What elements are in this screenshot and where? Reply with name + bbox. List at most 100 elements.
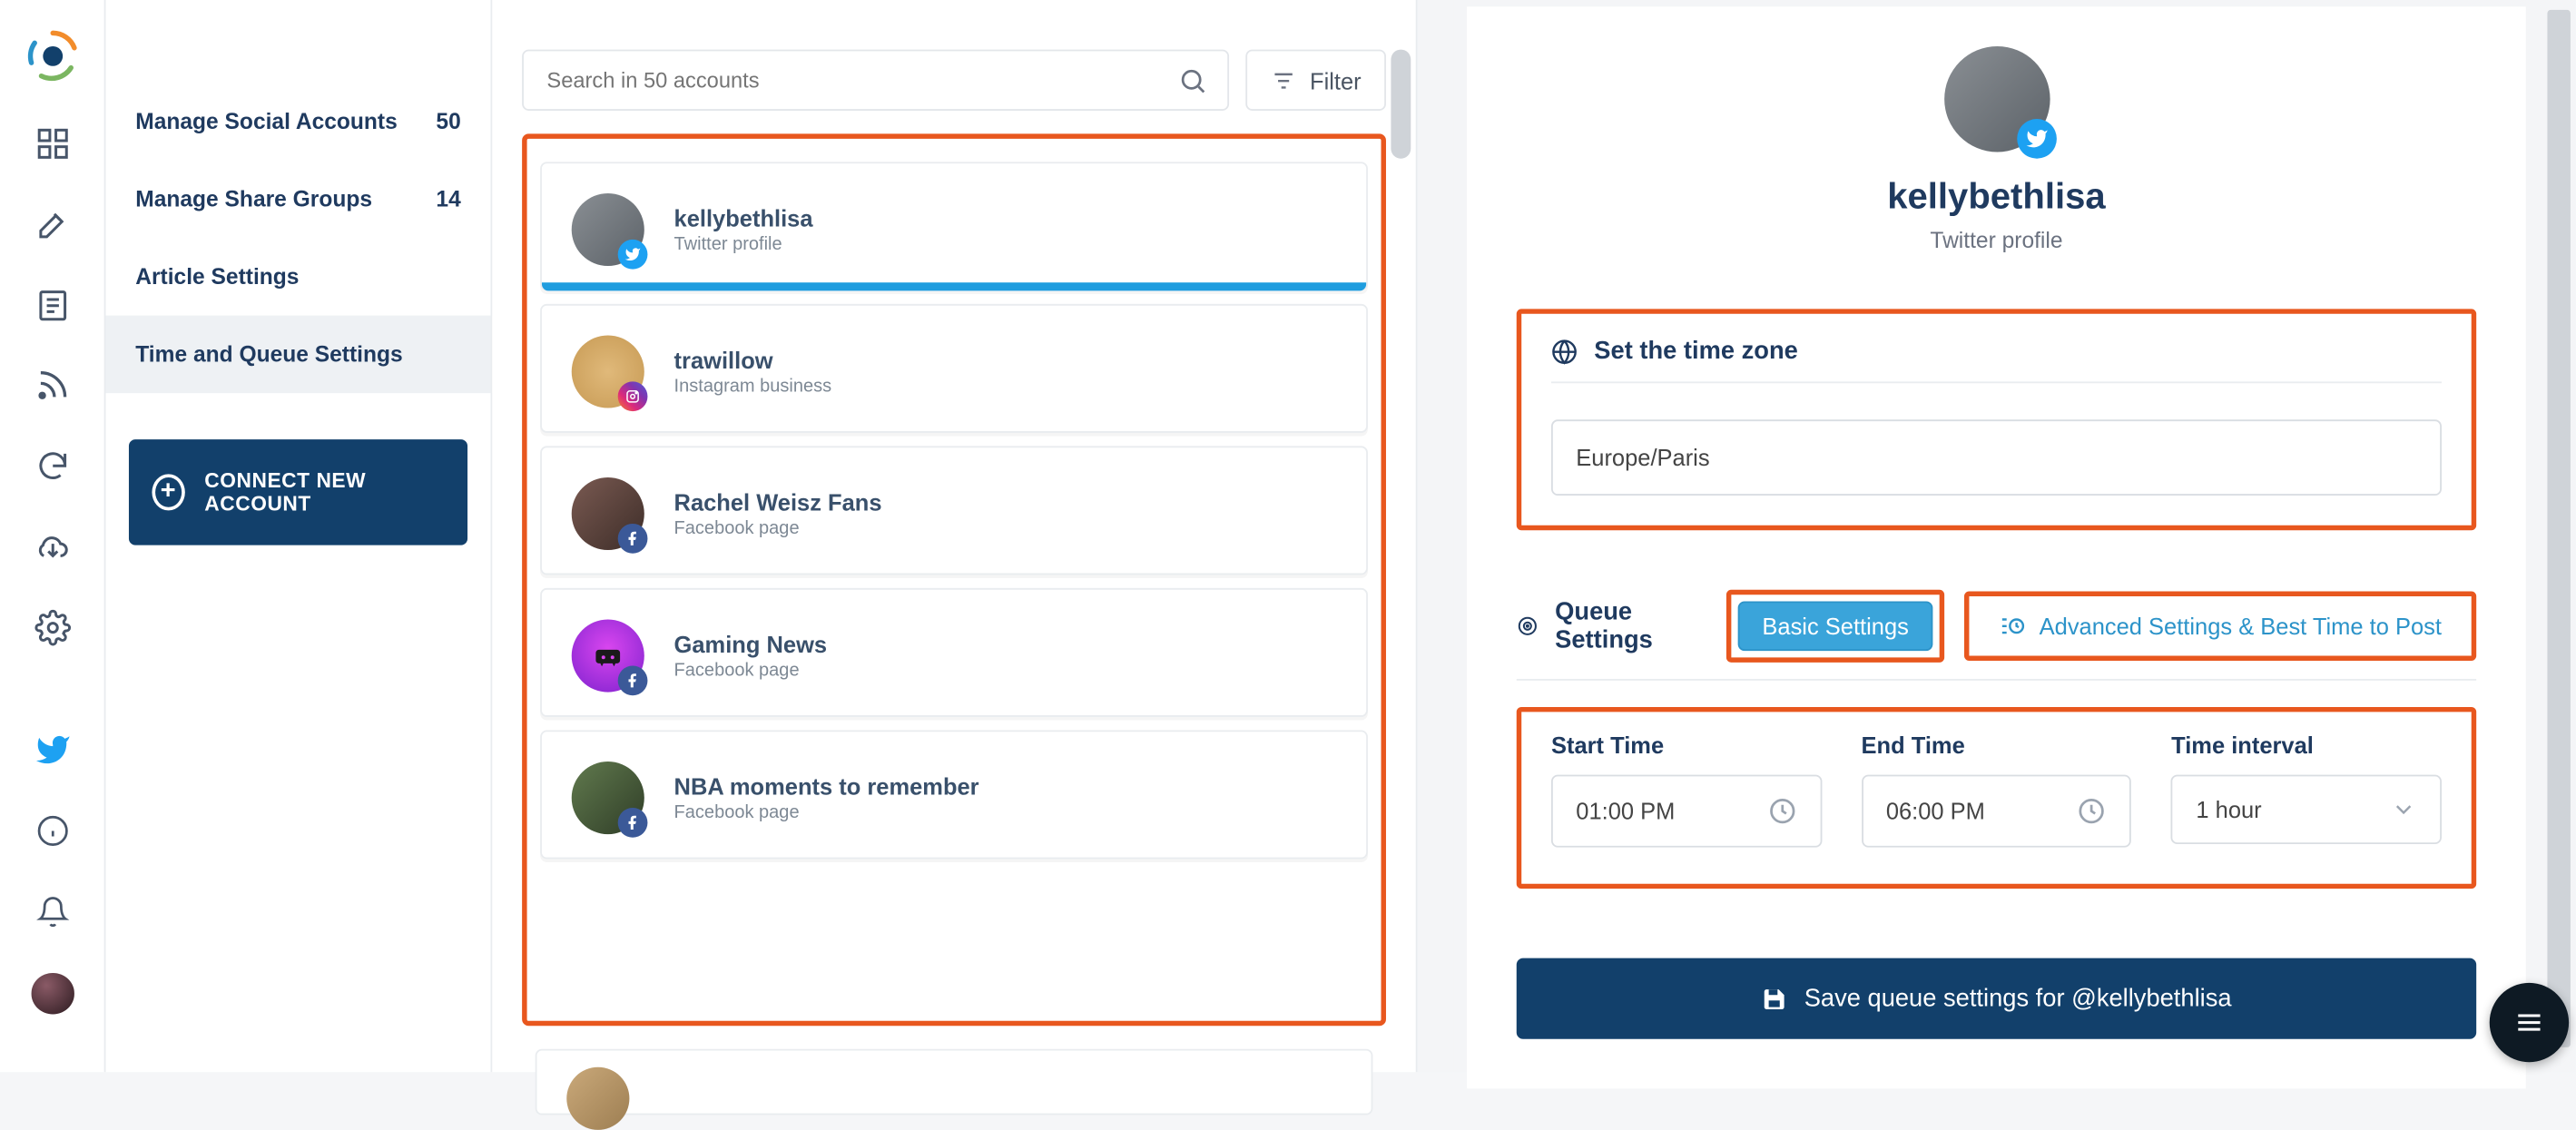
start-time-input[interactable]: 01:00 PM bbox=[1551, 775, 1822, 848]
start-time-label: Start Time bbox=[1551, 732, 1822, 758]
search-input-wrap[interactable] bbox=[522, 50, 1229, 111]
account-card[interactable]: trawillow Instagram business bbox=[540, 304, 1368, 433]
menu-icon bbox=[2512, 1006, 2545, 1038]
filter-label: Filter bbox=[1310, 67, 1362, 93]
accounts-highlight-box: kellybethlisa Twitter profile trawillow … bbox=[522, 133, 1386, 1026]
account-sub: Facebook page bbox=[674, 661, 828, 681]
account-avatar bbox=[572, 620, 644, 693]
instagram-badge-icon bbox=[618, 381, 648, 411]
icon-rail bbox=[0, 0, 105, 1072]
advanced-settings-label: Advanced Settings & Best Time to Post bbox=[2040, 613, 2442, 639]
timezone-section: Set the time zone Europe/Paris bbox=[1517, 309, 2476, 530]
clock-list-icon bbox=[2000, 613, 2026, 639]
target-icon bbox=[1517, 613, 1539, 639]
account-card[interactable]: Gaming News Facebook page bbox=[540, 588, 1368, 717]
interval-label: Time interval bbox=[2171, 732, 2442, 758]
user-avatar-icon[interactable] bbox=[31, 973, 74, 1014]
globe-icon bbox=[1551, 338, 1578, 364]
clock-icon bbox=[1767, 796, 1797, 826]
nav-label: Manage Share Groups bbox=[135, 187, 372, 211]
profile-header: kellybethlisa Twitter profile bbox=[1517, 46, 2476, 253]
nav-label: Time and Queue Settings bbox=[135, 342, 402, 367]
account-sub: Twitter profile bbox=[674, 234, 813, 254]
twitter-icon[interactable] bbox=[32, 732, 72, 769]
queue-header: Queue Settings Basic Settings Advanced S… bbox=[1517, 590, 2476, 681]
nav-manage-accounts[interactable]: Manage Social Accounts 50 bbox=[105, 83, 490, 161]
timezone-title: Set the time zone bbox=[1594, 337, 1798, 365]
account-name: kellybethlisa bbox=[674, 205, 813, 231]
pane-divider bbox=[1418, 0, 1454, 1072]
accounts-column: Filter kellybethlisa Twitter profile bbox=[492, 0, 1417, 1072]
queue-times-section: Start Time 01:00 PM End Time 06:00 PM Ti… bbox=[1517, 707, 2476, 889]
end-time-label: End Time bbox=[1862, 732, 2132, 758]
nav-time-queue[interactable]: Time and Queue Settings bbox=[105, 316, 490, 394]
queue-title: Queue Settings bbox=[1555, 598, 1706, 654]
account-avatar bbox=[572, 335, 644, 408]
twitter-badge-icon bbox=[2016, 119, 2056, 159]
basic-settings-label: Basic Settings bbox=[1762, 613, 1908, 639]
account-card[interactable]: Rachel Weisz Fans Facebook page bbox=[540, 446, 1368, 575]
chevron-down-icon bbox=[2391, 796, 2417, 822]
nav-manage-groups[interactable]: Manage Share Groups 14 bbox=[105, 161, 490, 239]
nav-article-settings[interactable]: Article Settings bbox=[105, 238, 490, 316]
app-logo bbox=[25, 30, 78, 83]
interval-value: 1 hour bbox=[2196, 796, 2261, 822]
cloud-download-icon[interactable] bbox=[32, 528, 72, 565]
account-name: NBA moments to remember bbox=[674, 773, 979, 800]
connect-label: CONNECT NEW ACCOUNT bbox=[204, 469, 444, 516]
plus-circle-icon: + bbox=[152, 474, 184, 510]
scrollbar[interactable] bbox=[1391, 50, 1411, 159]
settings-icon[interactable] bbox=[32, 608, 72, 645]
account-card-partial[interactable] bbox=[536, 1049, 1373, 1115]
facebook-badge-icon bbox=[618, 524, 648, 554]
filter-icon bbox=[1270, 67, 1296, 93]
profile-name: kellybethlisa bbox=[1517, 175, 2476, 218]
profile-sub: Twitter profile bbox=[1517, 228, 2476, 252]
advanced-settings-button-wrap: Advanced Settings & Best Time to Post bbox=[1965, 592, 2476, 661]
bell-icon[interactable] bbox=[32, 892, 72, 929]
articles-icon[interactable] bbox=[32, 287, 72, 324]
account-name: Gaming News bbox=[674, 631, 828, 657]
nav-label: Article Settings bbox=[135, 264, 299, 289]
connect-new-account-button[interactable]: + CONNECT NEW ACCOUNT bbox=[129, 439, 467, 545]
recycle-icon[interactable] bbox=[32, 447, 72, 485]
search-icon bbox=[1177, 65, 1207, 95]
save-queue-button[interactable]: Save queue settings for @kellybethlisa bbox=[1517, 958, 2476, 1039]
end-time-input[interactable]: 06:00 PM bbox=[1862, 775, 2132, 848]
fab-menu-button[interactable] bbox=[2490, 983, 2569, 1062]
facebook-badge-icon bbox=[618, 808, 648, 838]
save-label: Save queue settings for @kellybethlisa bbox=[1804, 985, 2232, 1013]
search-input[interactable] bbox=[546, 68, 1161, 93]
basic-settings-button[interactable]: Basic Settings bbox=[1737, 601, 1933, 651]
account-name: trawillow bbox=[674, 347, 832, 373]
account-name: Rachel Weisz Fans bbox=[674, 489, 882, 516]
account-avatar bbox=[572, 477, 644, 550]
profile-avatar bbox=[1943, 46, 2049, 152]
dashboard-icon[interactable] bbox=[32, 125, 72, 162]
twitter-badge-icon bbox=[618, 240, 648, 270]
detail-column: kellybethlisa Twitter profile Set the ti… bbox=[1454, 0, 2576, 1072]
account-sub: Facebook page bbox=[674, 803, 979, 823]
basic-settings-button-wrap: Basic Settings bbox=[1726, 590, 1945, 663]
scrollbar[interactable] bbox=[2547, 10, 2570, 1047]
rss-icon[interactable] bbox=[32, 367, 72, 404]
account-avatar bbox=[572, 762, 644, 834]
timezone-select[interactable]: Europe/Paris bbox=[1551, 419, 2442, 496]
nav-label: Manage Social Accounts bbox=[135, 109, 398, 133]
account-card[interactable]: kellybethlisa Twitter profile bbox=[540, 162, 1368, 290]
interval-select[interactable]: 1 hour bbox=[2171, 775, 2442, 844]
info-icon[interactable] bbox=[32, 812, 72, 850]
account-sub: Facebook page bbox=[674, 518, 882, 538]
account-avatar bbox=[566, 1067, 629, 1130]
save-icon bbox=[1761, 986, 1787, 1012]
advanced-settings-button[interactable]: Advanced Settings & Best Time to Post bbox=[1976, 603, 2464, 649]
start-time-value: 01:00 PM bbox=[1576, 798, 1675, 824]
account-card[interactable]: NBA moments to remember Facebook page bbox=[540, 730, 1368, 859]
compose-icon[interactable] bbox=[32, 206, 72, 243]
account-avatar bbox=[572, 193, 644, 266]
account-sub: Instagram business bbox=[674, 377, 832, 397]
clock-icon bbox=[2077, 796, 2107, 826]
filter-button[interactable]: Filter bbox=[1245, 50, 1386, 111]
timezone-value: Europe/Paris bbox=[1576, 445, 1709, 471]
nav-count: 14 bbox=[436, 187, 460, 211]
